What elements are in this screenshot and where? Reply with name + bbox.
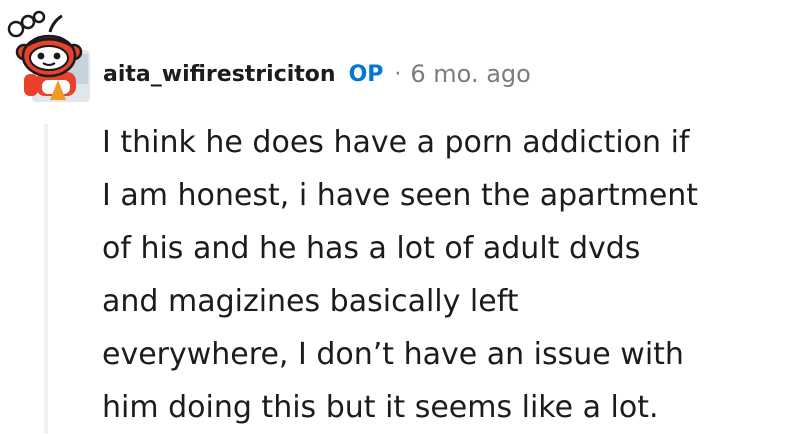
comment: aita_wifirestriciton OP · 6 mo. ago I th… xyxy=(0,0,807,433)
comment-body: I think he does have a porn addiction if… xyxy=(102,116,792,434)
comment-body-line: and magizines basically left xyxy=(102,284,519,319)
comment-body-line: him doing this but it seems like a lot. xyxy=(102,390,659,425)
meta-separator: · xyxy=(394,61,402,87)
thread-collapse-line[interactable] xyxy=(44,124,48,433)
comment-body-line: I am honest, i have seen the apartment xyxy=(102,178,699,213)
comment-body-line: of his and he has a lot of adult dvds xyxy=(102,231,641,266)
comment-header: aita_wifirestriciton OP · 6 mo. ago xyxy=(103,56,531,92)
comment-body-line: everywhere, I don’t have an issue with xyxy=(102,337,684,372)
username-link[interactable]: aita_wifirestriciton xyxy=(103,62,336,87)
comment-body-line: I think he does have a porn addiction if xyxy=(102,125,690,160)
op-badge: OP xyxy=(348,61,384,87)
comment-timestamp[interactable]: 6 mo. ago xyxy=(410,60,530,88)
snoo-avatar-icon[interactable] xyxy=(6,10,92,104)
avatar-graphic xyxy=(7,10,90,102)
